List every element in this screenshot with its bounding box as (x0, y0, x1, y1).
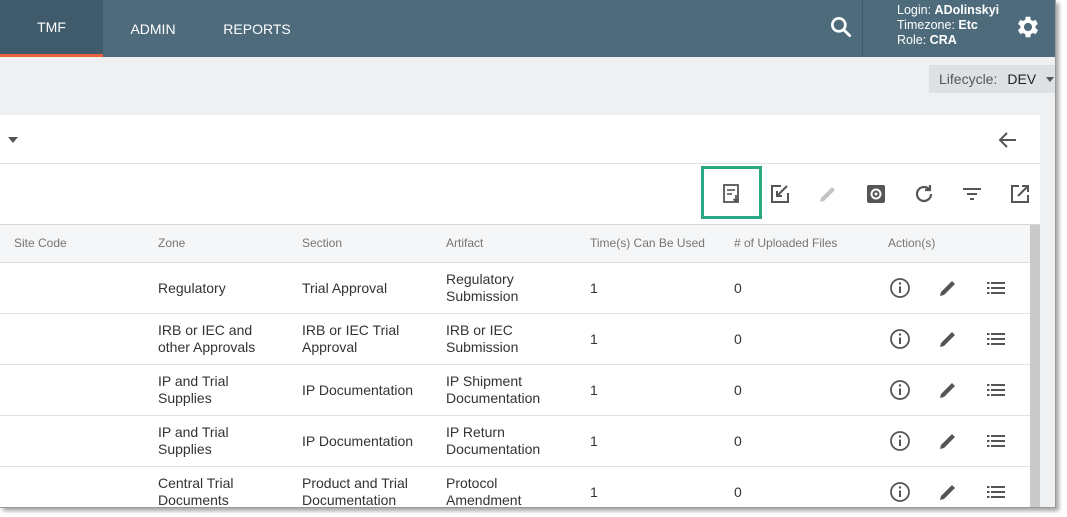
tab-admin[interactable]: ADMIN (103, 0, 203, 57)
content-card: Site Code Zone Section Artifact Time(s) … (0, 115, 1040, 508)
times-cell: 1 (590, 331, 598, 347)
list-icon[interactable] (984, 480, 1008, 504)
artifact-cell: IP Return Documentation (446, 424, 541, 457)
vertical-scrollbar[interactable] (1030, 225, 1040, 507)
tab-reports[interactable]: REPORTS (203, 0, 311, 57)
info-icon[interactable] (888, 327, 912, 351)
section-cell: IRB or IEC Trial Approval (302, 322, 400, 355)
lifecycle-select[interactable]: Lifecycle: DEV (929, 65, 1055, 93)
gear-icon[interactable] (1014, 13, 1042, 41)
pencil-icon[interactable] (936, 480, 960, 504)
table-row[interactable]: IRB or IEC and other Approvals IRB or IEC… (0, 314, 1030, 365)
artifact-cell: IP Shipment Documentation (446, 373, 541, 406)
edit-checkbox-icon[interactable] (768, 182, 792, 206)
times-cell: 1 (590, 280, 598, 296)
section-cell: IP Documentation (302, 382, 414, 398)
info-icon[interactable] (888, 276, 912, 300)
section-cell: Product and Trial Documentation (302, 475, 408, 508)
sub-header-bar: Lifecycle: DEV (0, 57, 1055, 103)
zone-cell: IRB or IEC and other Approvals (158, 322, 256, 355)
app-window: TMF ADMIN REPORTS Login: ADolinskyi Time… (0, 0, 1056, 508)
tab-tmf-label: TMF (37, 19, 66, 35)
top-nav-bar: TMF ADMIN REPORTS Login: ADolinskyi Time… (0, 0, 1055, 57)
section-cell: IP Documentation (302, 433, 414, 449)
user-details: Login: ADolinskyi Timezone: Etc Role: CR… (897, 3, 999, 48)
zone-cell: Regulatory (158, 280, 226, 296)
settings-icon[interactable] (864, 182, 888, 206)
user-info-panel: Login: ADolinskyi Timezone: Etc Role: CR… (862, 0, 1055, 57)
col-header-actions: Action(s) (888, 236, 936, 250)
timezone-label: Timezone: (897, 18, 955, 32)
table-row[interactable]: Central Trial Documents Product and Trial… (0, 467, 1030, 508)
open-external-icon[interactable] (1008, 182, 1032, 206)
info-icon[interactable] (888, 378, 912, 402)
chevron-down-icon (1046, 76, 1055, 82)
col-header-times-can-be-used[interactable]: Time(s) Can Be Used (590, 236, 705, 250)
tab-reports-label: REPORTS (223, 20, 291, 37)
info-icon[interactable] (888, 429, 912, 453)
table-header: Site Code Zone Section Artifact Time(s) … (0, 225, 1030, 263)
table-row[interactable]: IP and Trial Supplies IP Documentation IP… (0, 416, 1030, 467)
times-cell: 1 (590, 382, 598, 398)
files-cell: 0 (734, 382, 742, 398)
info-icon[interactable] (888, 480, 912, 504)
col-header-uploaded-files[interactable]: # of Uploaded Files (734, 236, 837, 250)
lifecycle-label: Lifecycle: (939, 71, 998, 87)
filter-icon[interactable] (960, 182, 984, 206)
role-value: CRA (929, 33, 957, 47)
pencil-icon[interactable] (816, 182, 840, 206)
login-label: Login: (897, 3, 932, 17)
times-cell: 1 (590, 433, 598, 449)
files-cell: 0 (734, 433, 742, 449)
files-cell: 0 (734, 280, 742, 296)
arrow-back-icon[interactable] (996, 128, 1020, 152)
list-icon[interactable] (984, 327, 1008, 351)
pencil-icon[interactable] (936, 378, 960, 402)
artifact-cell: IRB or IEC Submission (446, 322, 519, 355)
zone-cell: IP and Trial Supplies (158, 373, 229, 406)
list-icon[interactable] (984, 378, 1008, 402)
export-list-icon[interactable] (720, 182, 744, 206)
artifact-cell: Regulatory Submission (446, 271, 519, 304)
times-cell: 1 (590, 484, 598, 500)
table-row[interactable]: Regulatory Trial Approval Regulatory Subm… (0, 263, 1030, 314)
table-row[interactable]: IP and Trial Supplies IP Documentation IP… (0, 365, 1030, 416)
list-icon[interactable] (984, 429, 1008, 453)
login-value: ADolinskyi (934, 3, 1000, 17)
role-label: Role: (897, 33, 927, 47)
col-header-section[interactable]: Section (302, 236, 342, 250)
zone-cell: Central Trial Documents (158, 475, 234, 508)
col-header-site-code[interactable]: Site Code (14, 236, 67, 250)
timezone-value: Etc (958, 18, 978, 32)
search-icon[interactable] (828, 14, 854, 40)
pencil-icon[interactable] (936, 276, 960, 300)
col-header-artifact[interactable]: Artifact (446, 236, 483, 250)
tab-admin-label: ADMIN (130, 20, 176, 37)
pencil-icon[interactable] (936, 327, 960, 351)
list-icon[interactable] (984, 276, 1008, 300)
artifact-cell: Protocol Amendment (446, 475, 522, 508)
col-header-zone[interactable]: Zone (158, 236, 185, 250)
zone-cell: IP and Trial Supplies (158, 424, 229, 457)
pencil-icon[interactable] (936, 429, 960, 453)
dropdown-caret-icon[interactable] (8, 137, 18, 143)
files-cell: 0 (734, 331, 742, 347)
files-cell: 0 (734, 484, 742, 500)
table-toolbar (0, 164, 1040, 225)
card-header (0, 115, 1040, 164)
tab-tmf[interactable]: TMF (0, 0, 103, 57)
lifecycle-value: DEV (1007, 71, 1037, 87)
refresh-icon[interactable] (912, 182, 936, 206)
section-cell: Trial Approval (302, 280, 388, 296)
